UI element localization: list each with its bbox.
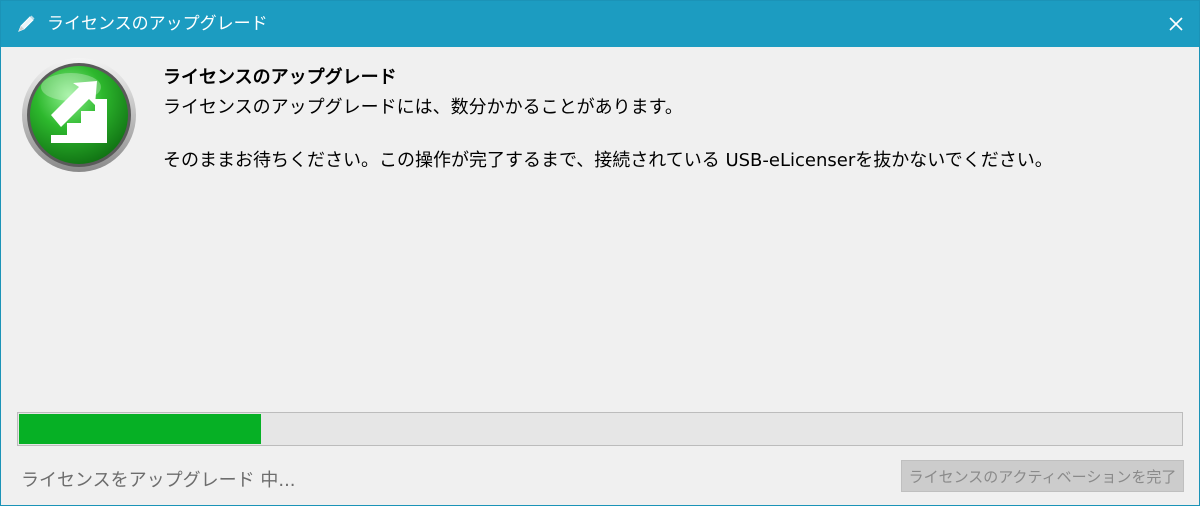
- warning-text: そのままお待ちください。この操作が完了するまで、接続されている USB-eLic…: [163, 150, 1053, 171]
- info-text: ライセンスのアップグレードには、数分かかることがあります。: [163, 97, 683, 118]
- progress-fill: [19, 414, 262, 444]
- dialog-heading: ライセンスのアップグレード: [163, 67, 397, 88]
- finish-activation-button[interactable]: ライセンスのアクティベーションを完了: [901, 460, 1184, 492]
- title-bar[interactable]: ライセンスのアップグレード: [1, 1, 1199, 47]
- close-icon: [1169, 17, 1183, 31]
- progress-bar: [17, 412, 1183, 446]
- upgrade-stairs-icon: [22, 58, 136, 172]
- window-title: ライセンスのアップグレード: [47, 14, 268, 34]
- close-button[interactable]: [1153, 1, 1199, 47]
- pencil-icon: [18, 15, 35, 32]
- license-upgrade-dialog: ライセンスのアップグレード ライセンスのアップグレード ライセンスのアップグレー…: [0, 0, 1200, 506]
- status-text: ライセンスをアップグレード 中...: [21, 470, 296, 491]
